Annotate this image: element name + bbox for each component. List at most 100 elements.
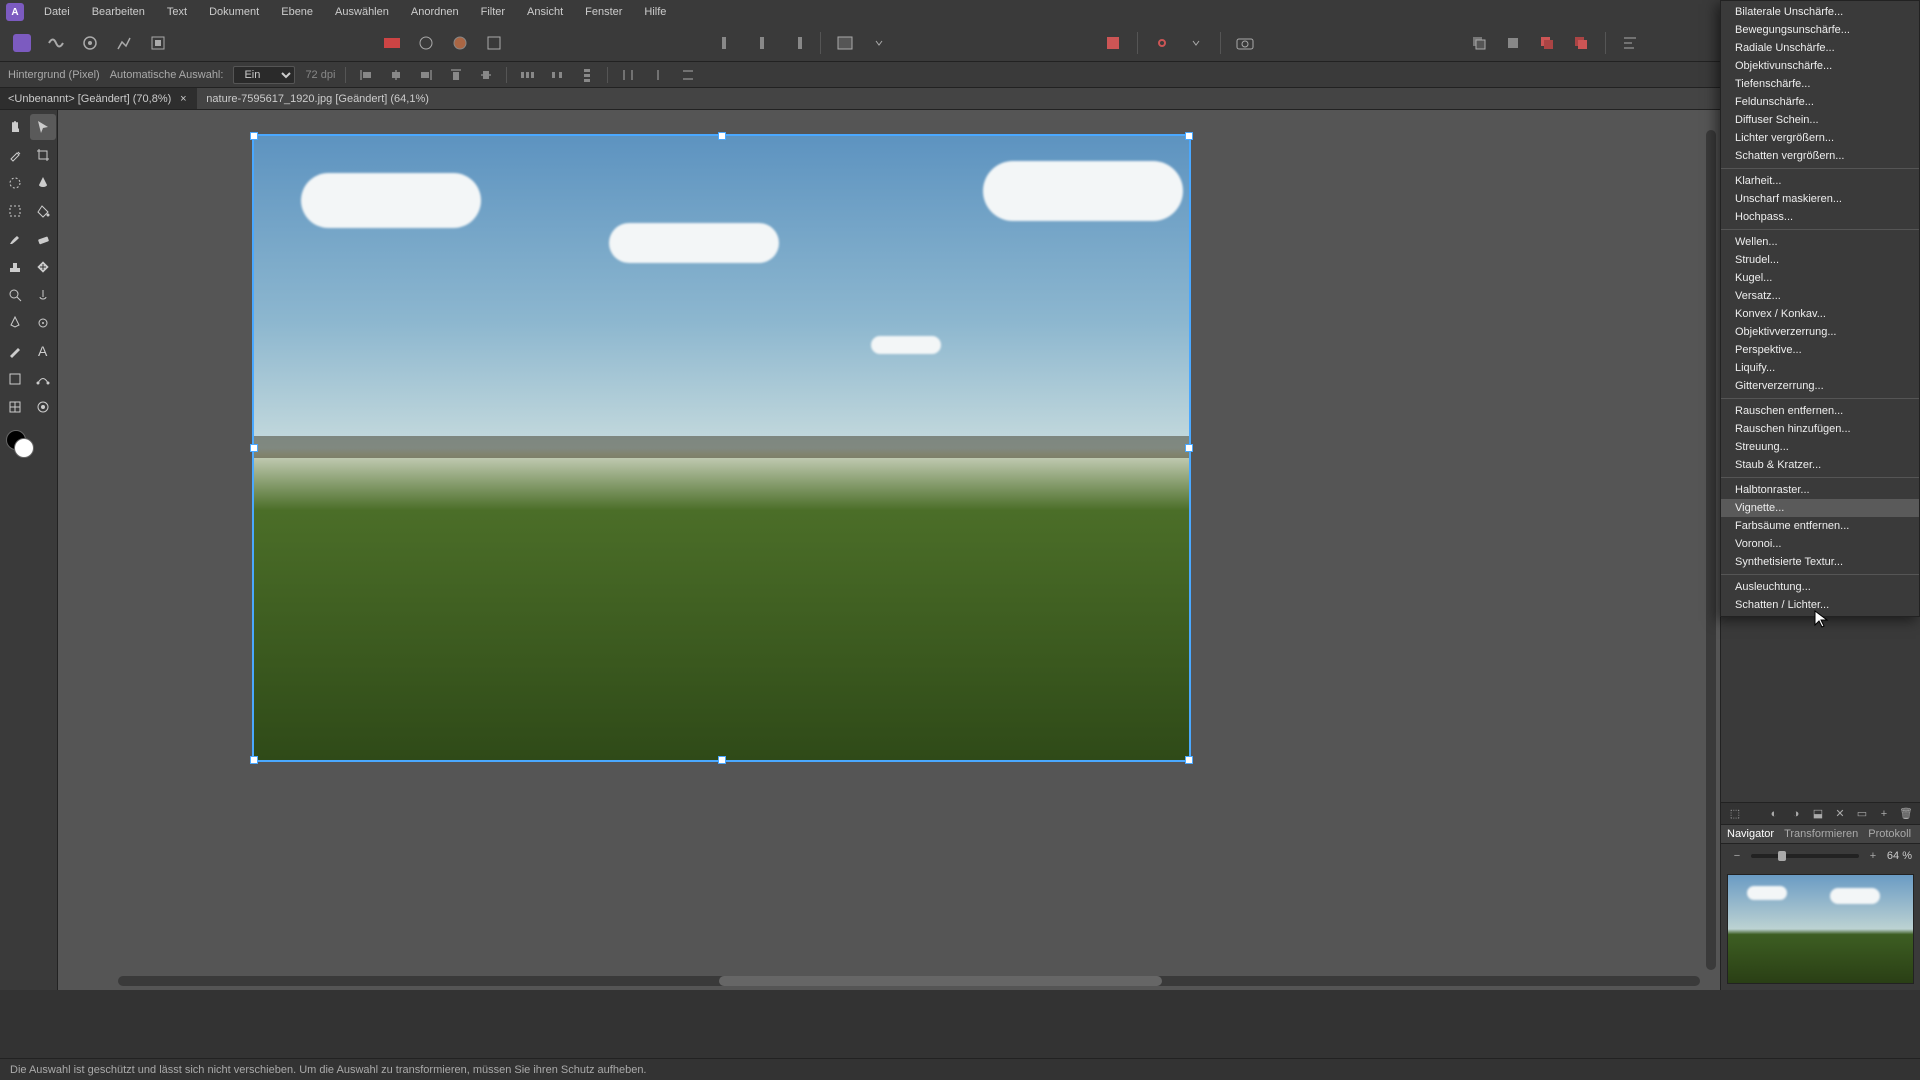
menu-ebene[interactable]: Ebene bbox=[271, 2, 323, 22]
filter-menu-item[interactable]: Farbsäume entfernen... bbox=[1721, 517, 1919, 535]
selection-handle[interactable] bbox=[1185, 756, 1193, 764]
close-icon[interactable]: × bbox=[177, 93, 189, 105]
filter-menu-item[interactable]: Radiale Unschärfe... bbox=[1721, 39, 1919, 57]
filter-menu-item[interactable]: Unscharf maskieren... bbox=[1721, 190, 1919, 208]
chevron-down-icon[interactable] bbox=[1182, 29, 1210, 57]
canvas-viewport[interactable] bbox=[58, 110, 1720, 990]
navigator-thumbnail[interactable] bbox=[1727, 874, 1914, 984]
align-vcenter-icon[interactable] bbox=[476, 65, 496, 85]
filter-menu-item[interactable]: Bilaterale Unschärfe... bbox=[1721, 3, 1919, 21]
navigator-panel-header[interactable]: Navigator Transformieren Protokoll bbox=[1721, 824, 1920, 844]
filter-menu-item[interactable]: Wellen... bbox=[1721, 233, 1919, 251]
filter-menu-item[interactable]: Staub & Kratzer... bbox=[1721, 456, 1919, 474]
filter-menu-item[interactable]: Tiefenschärfe... bbox=[1721, 75, 1919, 93]
smudge-tool-icon[interactable] bbox=[30, 282, 56, 308]
foreground-color-swatch[interactable] bbox=[14, 438, 34, 458]
scrollbar-thumb[interactable] bbox=[719, 976, 1162, 986]
heal-tool-icon[interactable] bbox=[30, 254, 56, 280]
clip-mode-icon[interactable] bbox=[831, 29, 859, 57]
selection-handle[interactable] bbox=[250, 756, 258, 764]
color-wells[interactable] bbox=[2, 428, 56, 460]
menu-ansicht[interactable]: Ansicht bbox=[517, 2, 573, 22]
order-forward-icon[interactable] bbox=[1533, 29, 1561, 57]
filter-menu-item[interactable]: Bewegungsunschärfe... bbox=[1721, 21, 1919, 39]
tab-history[interactable]: Protokoll bbox=[1868, 828, 1911, 840]
fill-tool-icon[interactable] bbox=[30, 198, 56, 224]
order-backward-icon[interactable] bbox=[1499, 29, 1527, 57]
space-h-icon[interactable] bbox=[618, 65, 638, 85]
brush-tool-icon[interactable] bbox=[2, 226, 28, 252]
persona-develop-icon[interactable] bbox=[76, 29, 104, 57]
tab-navigator[interactable]: Navigator bbox=[1727, 828, 1774, 840]
filter-menu-item[interactable]: Kugel... bbox=[1721, 269, 1919, 287]
filter-menu-item[interactable]: Konvex / Konkav... bbox=[1721, 305, 1919, 323]
selection-brush-icon[interactable] bbox=[2, 170, 28, 196]
pen-tool-icon[interactable] bbox=[2, 310, 28, 336]
clone-tool-icon[interactable] bbox=[2, 254, 28, 280]
zoom-out-button[interactable]: − bbox=[1729, 848, 1745, 864]
align-icon[interactable] bbox=[1616, 29, 1644, 57]
selection-handle[interactable] bbox=[1185, 444, 1193, 452]
align-left-icon[interactable] bbox=[356, 65, 376, 85]
selection-handle[interactable] bbox=[718, 756, 726, 764]
menu-text[interactable]: Text bbox=[157, 2, 197, 22]
filter-menu-item[interactable]: Objektivunschärfe... bbox=[1721, 57, 1919, 75]
color-format-icon[interactable] bbox=[378, 29, 406, 57]
view-tool-icon[interactable] bbox=[30, 394, 56, 420]
add-layer-icon[interactable]: + bbox=[1876, 806, 1892, 822]
lut-icon[interactable] bbox=[480, 29, 508, 57]
distribute-h-icon[interactable] bbox=[517, 65, 537, 85]
dodge-tool-icon[interactable] bbox=[30, 310, 56, 336]
marquee-icon[interactable] bbox=[2, 198, 28, 224]
mesh-tool-icon[interactable] bbox=[2, 394, 28, 420]
persona-tone-icon[interactable] bbox=[110, 29, 138, 57]
add-live-filter-icon[interactable]: ⬓ bbox=[1810, 806, 1826, 822]
filter-menu-item[interactable]: Rauschen hinzufügen... bbox=[1721, 420, 1919, 438]
zoom-slider-thumb[interactable] bbox=[1778, 851, 1786, 861]
snap-center-icon[interactable] bbox=[748, 29, 776, 57]
add-adjustment-icon[interactable]: ◑ bbox=[1788, 806, 1804, 822]
shape-tool-icon[interactable] bbox=[2, 366, 28, 392]
tab-transform[interactable]: Transformieren bbox=[1784, 828, 1858, 840]
align-hcenter-icon[interactable] bbox=[386, 65, 406, 85]
dropdown-icon[interactable] bbox=[865, 29, 893, 57]
flood-select-icon[interactable] bbox=[30, 170, 56, 196]
filter-menu-item[interactable]: Klarheit... bbox=[1721, 172, 1919, 190]
filter-menu-item[interactable]: Streuung... bbox=[1721, 438, 1919, 456]
filter-menu-item[interactable]: Lichter vergrößern... bbox=[1721, 129, 1919, 147]
assistant-icon[interactable] bbox=[1099, 29, 1127, 57]
filter-menu-item[interactable]: Vignette... bbox=[1721, 499, 1919, 517]
horizontal-scrollbar[interactable] bbox=[118, 976, 1700, 986]
persona-liquify-icon[interactable] bbox=[42, 29, 70, 57]
filter-menu-item[interactable]: Diffuser Schein... bbox=[1721, 111, 1919, 129]
menu-anordnen[interactable]: Anordnen bbox=[401, 2, 469, 22]
space-v-icon[interactable] bbox=[678, 65, 698, 85]
order-front-icon[interactable] bbox=[1567, 29, 1595, 57]
filter-menu-item[interactable]: Liquify... bbox=[1721, 359, 1919, 377]
selection-handle[interactable] bbox=[250, 132, 258, 140]
delete-layer-icon[interactable]: ✕ bbox=[1832, 806, 1848, 822]
persona-export-icon[interactable] bbox=[144, 29, 172, 57]
selection-handle[interactable] bbox=[1185, 132, 1193, 140]
menu-datei[interactable]: Datei bbox=[34, 2, 80, 22]
color-picker-icon[interactable] bbox=[412, 29, 440, 57]
filter-menu-item[interactable]: Gitterverzerrung... bbox=[1721, 377, 1919, 395]
menu-hilfe[interactable]: Hilfe bbox=[634, 2, 676, 22]
filter-menu-item[interactable]: Synthetisierte Textur... bbox=[1721, 553, 1919, 571]
space-hc-icon[interactable] bbox=[648, 65, 668, 85]
snap-right-icon[interactable] bbox=[782, 29, 810, 57]
distribute-hc-icon[interactable] bbox=[547, 65, 567, 85]
menu-auswaehlen[interactable]: Auswählen bbox=[325, 2, 399, 22]
filter-menu-item[interactable]: Feldunschärfe... bbox=[1721, 93, 1919, 111]
selection-handle[interactable] bbox=[718, 132, 726, 140]
filter-menu-item[interactable]: Ausleuchtung... bbox=[1721, 578, 1919, 596]
gradient-tool-icon[interactable] bbox=[2, 338, 28, 364]
menu-bearbeiten[interactable]: Bearbeiten bbox=[82, 2, 155, 22]
add-mask-icon[interactable]: ◐ bbox=[1766, 806, 1782, 822]
menu-filter[interactable]: Filter bbox=[471, 2, 515, 22]
move-tool-icon[interactable] bbox=[30, 114, 56, 140]
filter-menu-item[interactable]: Hochpass... bbox=[1721, 208, 1919, 226]
canvas-image[interactable] bbox=[254, 136, 1189, 760]
filter-menu-item[interactable]: Schatten vergrößern... bbox=[1721, 147, 1919, 165]
eraser-tool-icon[interactable] bbox=[30, 226, 56, 252]
